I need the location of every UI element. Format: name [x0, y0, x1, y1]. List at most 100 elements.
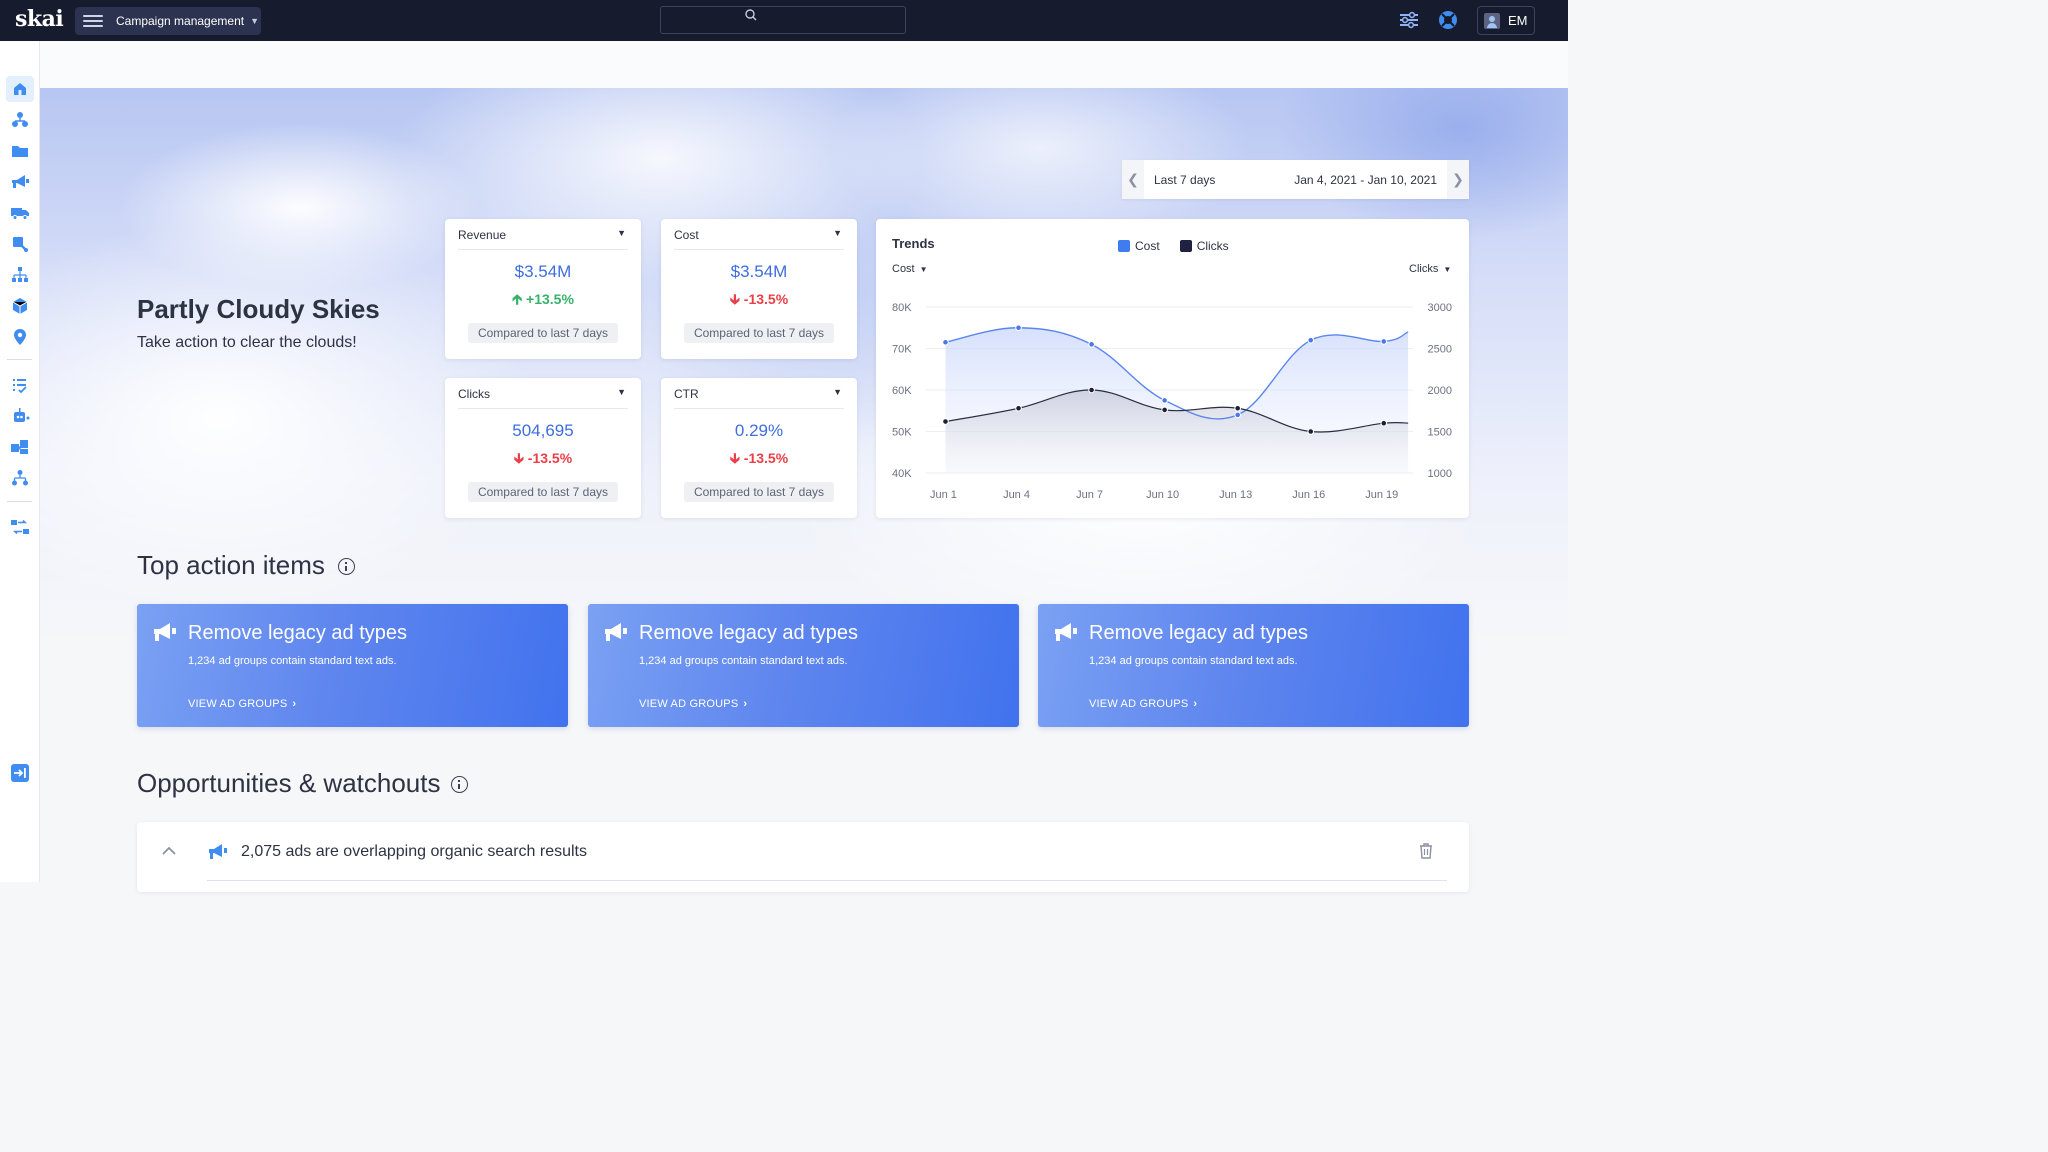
date-preset-select[interactable]: Last 7 days [1154, 173, 1294, 187]
robot-icon [14, 408, 30, 422]
action-description: 1,234 ad groups contain standard text ad… [188, 655, 397, 667]
cost-point [1380, 338, 1388, 345]
clicks-point [1307, 428, 1315, 435]
filter-sliders-icon[interactable] [1398, 9, 1420, 31]
legend-item-cost[interactable]: Cost [1118, 239, 1160, 253]
kpi-compare-label: Compared to last 7 days [468, 323, 618, 343]
integrations-icon [11, 519, 29, 535]
expand-sidebar-icon [11, 764, 29, 782]
sidebar-divider [7, 501, 32, 502]
sidebar-item-tools[interactable] [6, 231, 34, 257]
cost-point [942, 338, 949, 346]
kpi-compare-label: Compared to last 7 days [684, 482, 834, 502]
kpi-value: 504,695 [512, 421, 574, 440]
opportunity-item: 2,075 ads are overlapping organic search… [137, 822, 1469, 892]
info-icon[interactable] [451, 776, 468, 793]
action-title: Remove legacy ad types [639, 622, 859, 644]
kpi-value: $3.54M [514, 262, 572, 281]
sidebar-item-integrations[interactable] [6, 514, 34, 540]
right-axis-metric-select[interactable]: Clicks ▼ [1409, 263, 1451, 275]
kpi-metric-select[interactable]: Cost ▼ [674, 228, 844, 250]
kpi-metric-select[interactable]: CTR ▼ [674, 387, 844, 409]
x-tick-label: Jun 4 [1003, 489, 1030, 501]
sidebar-item-automation[interactable] [6, 403, 34, 429]
kpi-metric-select[interactable]: Revenue ▼ [458, 228, 628, 250]
arrow-down-icon: 🡳 [729, 450, 744, 466]
chevron-down-icon: ▼ [250, 16, 259, 26]
kpi-card-cost: Cost ▼ $3.54M 🡳 -13.5% Compared to last 7… [661, 219, 857, 359]
sidebar-item-extensions[interactable] [6, 434, 34, 460]
search-input[interactable] [660, 6, 906, 34]
sidebar-item-tasks[interactable] [6, 372, 34, 398]
app-logo[interactable]: skai [15, 6, 64, 32]
chevron-down-icon: ▼ [1443, 265, 1452, 274]
legend-item-clicks[interactable]: Clicks [1179, 239, 1229, 253]
view-ad-groups-link[interactable]: VIEW AD GROUPS › [639, 698, 747, 710]
view-ad-groups-link[interactable]: VIEW AD GROUPS › [188, 698, 296, 710]
sidebar-item-hierarchy[interactable] [6, 107, 34, 133]
kpi-compare-label: Compared to last 7 days [684, 323, 834, 343]
home-icon [14, 83, 26, 95]
cost-point [1234, 411, 1241, 419]
sidebar-item-home[interactable] [6, 76, 34, 102]
action-card: Remove legacy ad types 1,234 ad groups c… [1038, 604, 1469, 727]
user-menu-button[interactable]: EM [1477, 6, 1535, 35]
kpi-delta: 🡱 +13.5% [512, 291, 574, 307]
info-icon[interactable] [338, 558, 355, 575]
divider [207, 880, 1447, 881]
sidebar-item-structure[interactable] [6, 262, 34, 288]
x-tick-label: Jun 13 [1219, 489, 1252, 501]
x-tick-label: Jun 7 [1076, 489, 1103, 501]
hamburger-icon [83, 14, 103, 28]
task-list-icon [13, 379, 27, 394]
kpi-delta: 🡳 -13.5% [513, 450, 573, 466]
x-tick-label: Jun 1 [930, 489, 957, 501]
chart-legend: Cost Clicks [1118, 239, 1249, 253]
help-lifebuoy-icon[interactable] [1437, 9, 1459, 31]
date-range-value[interactable]: Jan 4, 2021 - Jan 10, 2021 [1294, 173, 1437, 187]
y-right-tick-label: 1000 [1428, 468, 1452, 480]
app-menu-button[interactable]: Campaign management ▼ [75, 7, 261, 35]
puzzle-icon [11, 440, 28, 454]
user-initials: EM [1508, 13, 1528, 28]
folder-icon [12, 146, 28, 157]
page-title: Partly Cloudy Skies [137, 294, 380, 324]
clicks-point [1088, 386, 1095, 394]
clicks-point [1015, 404, 1022, 412]
chevron-up-icon[interactable] [161, 845, 177, 857]
legend-swatch [1118, 240, 1130, 252]
trends-card: 80K 3000 70K 2500 60K 2000 50K 1500 40K 1000 Jun 1… [876, 219, 1469, 518]
sidebar-item-products[interactable] [6, 293, 34, 319]
sidebar-item-delivery[interactable] [6, 200, 34, 226]
y-left-tick-label: 50K [892, 427, 912, 439]
left-axis-metric-select[interactable]: Cost ▼ [892, 263, 928, 275]
y-left-tick-label: 70K [892, 344, 912, 356]
avatar-icon [1484, 12, 1500, 29]
view-ad-groups-link[interactable]: VIEW AD GROUPS › [1089, 698, 1197, 710]
expand-sidebar-button[interactable] [6, 760, 34, 786]
cost-point [1015, 324, 1022, 332]
clicks-point [942, 418, 949, 425]
kpi-label: Clicks [458, 387, 490, 401]
section-title-action-items: Top action items [137, 550, 325, 580]
chevron-down-icon: ▼ [919, 265, 928, 274]
chevron-down-icon: ▼ [833, 387, 842, 397]
sidebar-item-accounts[interactable] [6, 465, 34, 491]
trash-icon[interactable] [1418, 842, 1434, 860]
previous-period-button[interactable]: ❮ [1122, 160, 1144, 199]
search-icon [745, 9, 757, 21]
next-period-button[interactable]: ❯ [1447, 160, 1469, 199]
kpi-label: Revenue [458, 228, 507, 242]
sidebar-item-locations[interactable] [6, 324, 34, 350]
kpi-metric-select[interactable]: Clicks ▼ [458, 387, 628, 409]
kpi-delta: 🡳 -13.5% [729, 450, 789, 466]
trends-chart: 80K 3000 70K 2500 60K 2000 50K 1500 40K 1000 Jun 1… [892, 302, 1452, 501]
y-left-tick-label: 40K [892, 468, 912, 480]
sidebar-item-campaigns[interactable] [6, 169, 34, 195]
action-card: Remove legacy ad types 1,234 ad groups c… [588, 604, 1019, 727]
chevron-right-icon: › [1193, 698, 1198, 710]
sidebar-item-folders[interactable] [6, 138, 34, 164]
location-pin-icon [14, 329, 26, 345]
cost-point [1307, 336, 1315, 344]
x-tick-label: Jun 16 [1292, 489, 1325, 501]
